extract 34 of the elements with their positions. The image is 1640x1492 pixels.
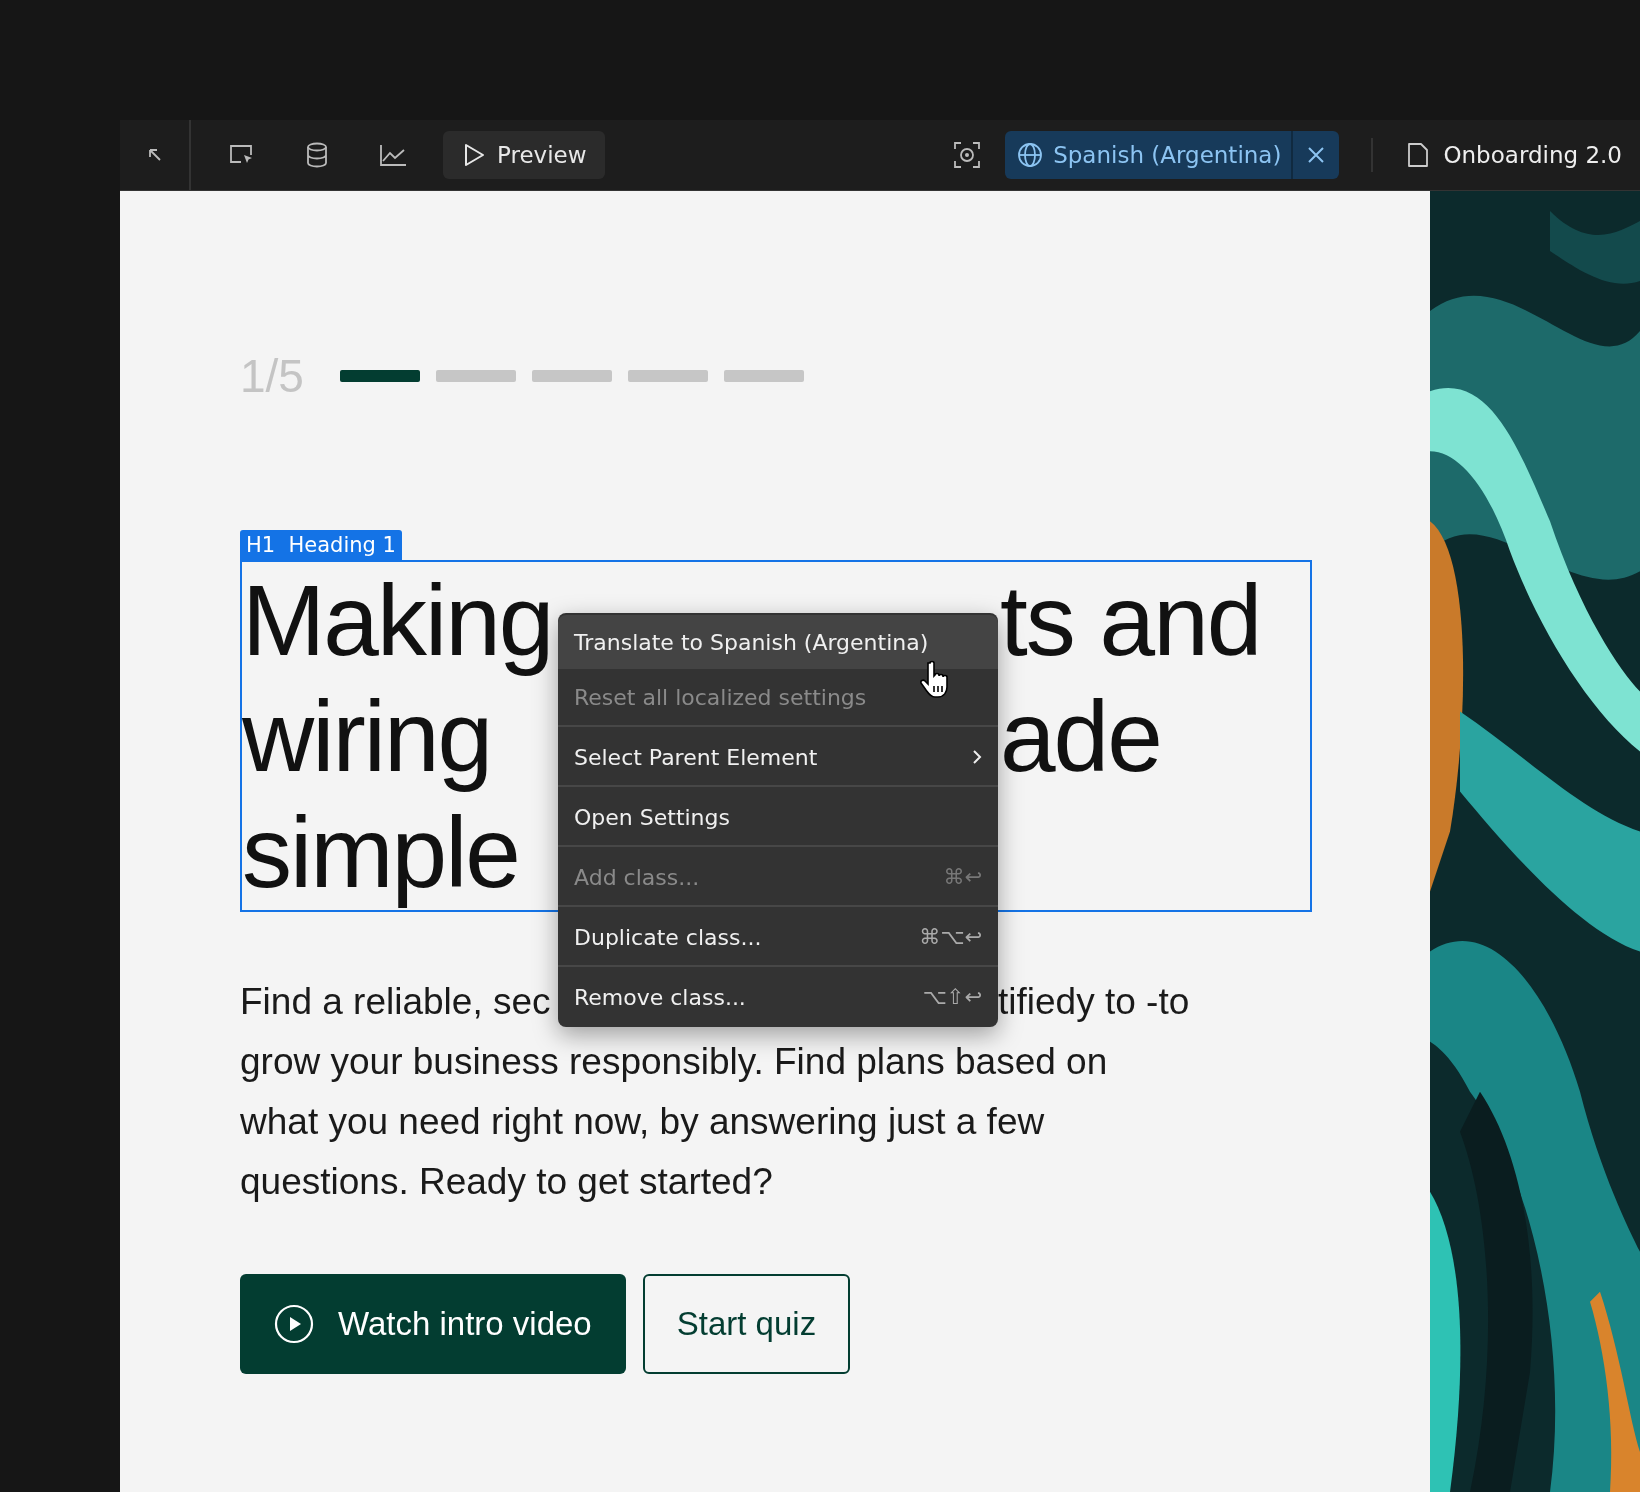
element-label: H1 Heading 1	[240, 530, 402, 560]
shortcut: ⌘↩	[943, 865, 982, 889]
page-name: Onboarding 2.0	[1443, 142, 1622, 168]
close-icon	[1307, 146, 1326, 164]
locale-button[interactable]: Spanish (Argentina)	[1005, 131, 1292, 179]
heading-text: ts and	[1000, 563, 1262, 678]
paragraph-text: tifiedy to -to	[998, 980, 1191, 1024]
close-button[interactable]	[1291, 131, 1340, 179]
play-circle-icon	[274, 1304, 314, 1344]
chevron-right-icon	[972, 749, 982, 765]
heading-text: Making	[242, 563, 554, 678]
line-chart-icon[interactable]	[379, 143, 407, 167]
watch-video-button[interactable]: Watch intro video	[240, 1274, 626, 1374]
menu-item[interactable]: Open Settings	[558, 789, 998, 847]
heading-text: simple	[242, 795, 520, 910]
database-icon[interactable]	[305, 142, 329, 168]
paragraph-text: what you need right now, by answering just a few	[240, 1100, 1046, 1144]
heading-text: ade	[1000, 679, 1162, 794]
menu-item[interactable]: Remove class... ⌥⇧↩	[558, 969, 998, 1025]
paragraph-text: Find a reliable, sec	[240, 980, 552, 1024]
globe-icon	[1017, 142, 1044, 168]
heading-text: wiring	[242, 679, 493, 794]
quiz-button[interactable]: Start quiz	[642, 1274, 851, 1374]
paragraph-text: grow your business responsibly. Find plans based on	[240, 1040, 1109, 1084]
play-icon	[463, 143, 485, 167]
document-icon	[1407, 142, 1430, 168]
shortcut: ⌥⇧↩	[922, 985, 982, 1009]
preview-button[interactable]: Preview	[443, 131, 605, 179]
shortcut: ⌘⌥↩	[919, 925, 982, 949]
menu-item[interactable]: Translate to Spanish (Argentina)	[558, 615, 998, 669]
screenshot-icon[interactable]	[953, 141, 982, 169]
menu-item[interactable]: Select Parent Element	[558, 729, 998, 787]
paragraph-text: questions. Ready to get started?	[240, 1160, 774, 1204]
menu-item[interactable]: Duplicate class... ⌘⌥↩	[558, 909, 998, 967]
